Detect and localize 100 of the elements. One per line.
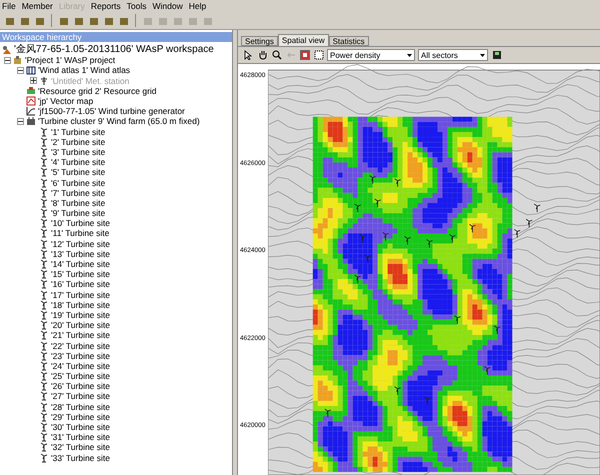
turbine-marker[interactable] (359, 234, 366, 243)
tab[interactable]: Settings (241, 36, 278, 46)
tree-item[interactable]: 'Turbine cluster 9' Wind farm (65.0 m fixed) (38, 116, 200, 126)
tree-item[interactable]: 'Resource grid 2' Resource grid (38, 86, 157, 96)
turbine-icon (39, 157, 49, 168)
tree-item[interactable]: '12' Turbine site (51, 238, 110, 249)
turbine-icon (39, 290, 49, 300)
tree-item[interactable]: '19' Turbine site (51, 310, 110, 320)
tree-item[interactable]: '8' Turbine site (51, 198, 106, 208)
collapse-toggle[interactable] (17, 66, 24, 74)
tree-item[interactable]: '14' Turbine site (51, 259, 110, 270)
menu-item[interactable]: Window (152, 1, 183, 11)
sector-dropdown[interactable]: All sectors (418, 49, 488, 61)
tree-item[interactable]: '9' Turbine site (51, 208, 106, 218)
tree-item[interactable]: '30' Turbine site (51, 422, 110, 432)
turbine-icon (39, 422, 49, 432)
turbine-marker[interactable] (354, 274, 362, 284)
turbine-marker[interactable] (426, 239, 433, 248)
turbine-marker[interactable] (404, 236, 411, 246)
turbine-marker[interactable] (534, 204, 541, 213)
tree-item[interactable]: '金风77-65-1.05-20131106' WAsP workspace (14, 45, 214, 56)
toolbar-icon[interactable] (73, 15, 84, 26)
turbine-marker[interactable] (354, 204, 362, 213)
turbine-marker[interactable] (454, 315, 461, 324)
tree-item[interactable]: '6' Turbine site (51, 178, 106, 188)
export-icon[interactable] (491, 50, 502, 60)
tree-item[interactable]: '17' Turbine site (51, 290, 110, 300)
turbine-icon (39, 442, 49, 452)
tree-item[interactable]: '23' Turbine site (51, 350, 110, 361)
tree-item[interactable]: 'jp' Vector map (38, 96, 94, 106)
turbine-icon (39, 269, 49, 280)
tree-item[interactable]: '31' Turbine site (51, 432, 110, 442)
tree-item[interactable]: '13' Turbine site (51, 248, 110, 259)
zoom-icon[interactable] (271, 50, 282, 60)
menu-item[interactable]: Reports (90, 1, 121, 11)
pointer-icon[interactable] (243, 50, 254, 60)
tree-item[interactable]: '26' Turbine site (51, 381, 110, 392)
tab[interactable]: Statistics (328, 36, 369, 46)
tree-item[interactable]: '5' Turbine site (51, 167, 106, 178)
mast-icon (39, 76, 49, 86)
toolbar-icon[interactable] (34, 15, 45, 26)
tree-item[interactable]: 'jf1500-77-1.05' Wind turbine generator (38, 106, 185, 116)
tree-item[interactable]: '28' Turbine site (51, 402, 110, 412)
tree-item[interactable]: '33' Turbine site (51, 452, 110, 463)
toolbar-icon[interactable] (58, 15, 69, 26)
toolbar-icon[interactable] (103, 15, 114, 26)
tree-item[interactable]: '24' Turbine site (51, 360, 110, 371)
tree-item[interactable]: '20' Turbine site (51, 320, 110, 330)
tree-item[interactable]: '2' Turbine site (51, 136, 106, 147)
turbine-marker[interactable] (394, 386, 401, 396)
tree-item[interactable]: '25' Turbine site (51, 371, 110, 382)
turbine-icon (39, 248, 49, 259)
turbine-marker[interactable] (374, 198, 382, 208)
turbine-marker[interactable] (394, 178, 401, 188)
turbine-marker[interactable] (449, 234, 456, 243)
tree-item[interactable]: 'Wind atlas 1' Wind atlas (38, 65, 130, 76)
frame-icon[interactable] (313, 50, 324, 60)
turbine-marker[interactable] (369, 175, 376, 184)
turbine-icon (39, 320, 49, 330)
turbine-marker[interactable] (382, 232, 390, 241)
tree-item[interactable]: '16' Turbine site (51, 279, 110, 290)
hand-icon[interactable] (257, 50, 268, 60)
turbine-marker[interactable] (364, 254, 372, 264)
tree-item[interactable]: '21' Turbine site (51, 330, 110, 340)
tree-item[interactable]: 'Project 1' WAsP project (25, 55, 116, 66)
turbine-marker[interactable] (424, 396, 431, 406)
turbine-marker[interactable] (484, 366, 491, 375)
tree-item[interactable]: '15' Turbine site (51, 269, 110, 280)
variable-dropdown[interactable]: Power density (327, 49, 415, 61)
tree-item[interactable]: '4' Turbine site (51, 157, 106, 168)
turbine-marker[interactable] (514, 229, 521, 238)
toolbar-icon[interactable] (118, 15, 129, 26)
tree-item[interactable]: '27' Turbine site (51, 391, 110, 402)
turbine-marker[interactable] (324, 408, 332, 418)
menu-item[interactable]: File (2, 1, 16, 11)
tree-item[interactable]: '3' Turbine site (51, 146, 106, 157)
tree-item[interactable]: '32' Turbine site (51, 442, 110, 452)
tab[interactable]: Spatial view (278, 34, 329, 46)
toolbar-icon[interactable] (19, 15, 30, 26)
toolbar-icon[interactable] (88, 15, 99, 26)
tree-item[interactable]: '29' Turbine site (51, 412, 110, 422)
turbine-icon (39, 432, 49, 442)
tree-item[interactable]: '10' Turbine site (51, 218, 110, 228)
tree-item[interactable]: '1' Turbine site (51, 126, 106, 137)
extent-icon[interactable] (299, 50, 310, 60)
turbine-icon (39, 402, 49, 412)
turbine-marker[interactable] (494, 325, 501, 334)
menu-item[interactable]: Tools (126, 1, 146, 11)
menu-item[interactable]: Help (188, 1, 206, 11)
tree-item[interactable]: '7' Turbine site (51, 188, 106, 198)
collapse-toggle[interactable] (17, 118, 24, 125)
turbine-marker[interactable] (526, 218, 533, 228)
turbine-marker[interactable] (469, 224, 476, 233)
tree-item[interactable]: '22' Turbine site (51, 340, 110, 351)
tree-item[interactable]: '11' Turbine site (51, 228, 110, 238)
tree-item[interactable]: '18' Turbine site (51, 300, 110, 310)
collapse-toggle[interactable] (4, 56, 11, 64)
toolbar-icon[interactable] (4, 15, 15, 26)
turbine-icon (39, 300, 49, 310)
menu-item[interactable]: Member (22, 1, 53, 11)
